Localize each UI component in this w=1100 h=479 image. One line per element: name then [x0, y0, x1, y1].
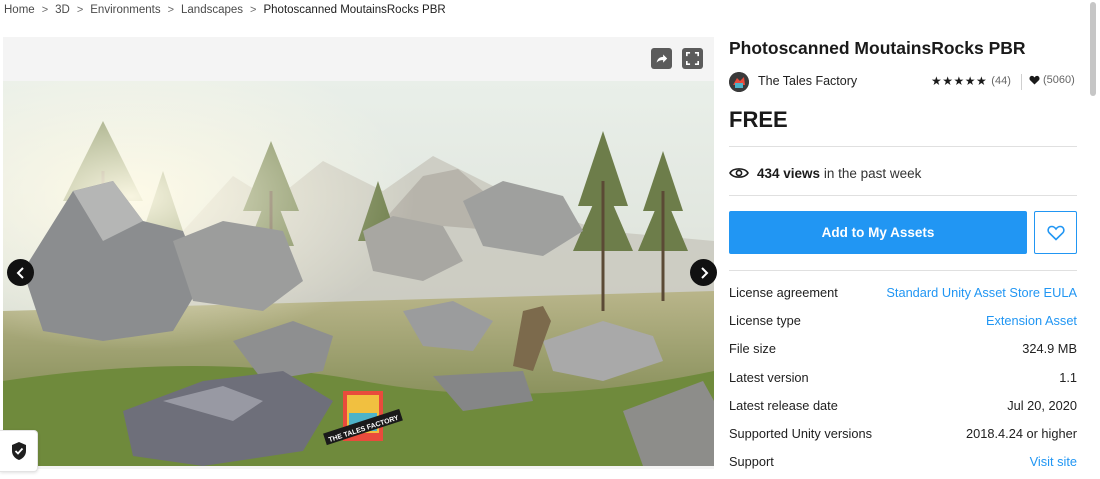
breadcrumb-separator: >: [250, 4, 257, 16]
views-count: 434 views: [757, 165, 821, 181]
breadcrumb-current: Photoscanned MoutainsRocks PBR: [263, 4, 446, 16]
publisher-avatar[interactable]: [729, 72, 749, 92]
add-to-favorites-button[interactable]: [1034, 211, 1077, 254]
rating-stars: ★★★★★: [931, 74, 988, 88]
detail-label: License agreement: [729, 284, 838, 300]
file-size-value: 324.9 MB: [1022, 341, 1077, 357]
heart-outline-icon: [1046, 225, 1065, 241]
license-agreement-link[interactable]: Standard Unity Asset Store EULA: [886, 285, 1077, 300]
privacy-shield-button[interactable]: [0, 430, 38, 472]
detail-row-latest-version: Latest version 1.1: [729, 363, 1077, 391]
license-type-link[interactable]: Extension Asset: [986, 313, 1077, 328]
favorites-count: (5060): [1029, 74, 1075, 86]
detail-label: File size: [729, 341, 776, 357]
fullscreen-button[interactable]: [682, 48, 703, 69]
product-gallery: THE TALES FACTORY: [3, 37, 717, 469]
detail-row-license-agreement: License agreement Standard Unity Asset S…: [729, 278, 1077, 306]
detail-label: Latest release date: [729, 397, 838, 413]
detail-row-file-size: File size 324.9 MB: [729, 335, 1077, 363]
chevron-left-icon: [16, 266, 24, 279]
rating[interactable]: ★★★★★ (44): [931, 74, 1011, 88]
publisher-row: The Tales Factory ★★★★★ (44) (5060): [729, 72, 1077, 92]
product-title: Photoscanned MoutainsRocks PBR: [729, 38, 1026, 58]
detail-row-supported-unity-versions: Supported Unity versions 2018.4.24 or hi…: [729, 419, 1077, 447]
detail-label: License type: [729, 312, 801, 328]
breadcrumb-3d[interactable]: 3D: [55, 4, 70, 16]
views-info: 434 views in the past week: [729, 163, 921, 183]
detail-row-license-type: License type Extension Asset: [729, 306, 1077, 334]
breadcrumb-landscapes[interactable]: Landscapes: [181, 4, 243, 16]
gallery-next-button[interactable]: [690, 259, 717, 286]
latest-release-date-value: Jul 20, 2020: [1007, 397, 1077, 413]
eye-icon: [729, 168, 749, 178]
breadcrumb-separator: >: [167, 4, 175, 16]
divider: [729, 195, 1077, 196]
rating-count: (44): [991, 75, 1011, 87]
supported-unity-versions-value: 2018.4.24 or higher: [966, 426, 1077, 442]
detail-label: Support: [729, 454, 774, 470]
detail-label: Latest version: [729, 369, 809, 385]
latest-version-value: 1.1: [1059, 369, 1077, 385]
divider: [729, 146, 1077, 147]
breadcrumb-separator: >: [41, 4, 49, 16]
support-link[interactable]: Visit site: [1030, 454, 1077, 469]
price: FREE: [729, 107, 788, 132]
fullscreen-icon: [686, 52, 699, 65]
detail-label: Supported Unity versions: [729, 426, 872, 442]
breadcrumb-home[interactable]: Home: [4, 4, 35, 16]
breadcrumb: Home > 3D > Environments > Landscapes > …: [4, 1, 446, 19]
landscape-screenshot: THE TALES FACTORY: [3, 81, 714, 466]
breadcrumb-separator: >: [76, 4, 84, 16]
share-icon: [656, 54, 668, 63]
heart-icon: [1029, 75, 1040, 85]
product-details: License agreement Standard Unity Asset S…: [729, 278, 1077, 476]
shield-check-icon: [11, 442, 26, 460]
favorites-count-text: (5060): [1043, 74, 1075, 86]
breadcrumb-environments[interactable]: Environments: [90, 4, 160, 16]
publisher-name-link[interactable]: The Tales Factory: [758, 74, 857, 88]
add-to-my-assets-button[interactable]: Add to My Assets: [729, 211, 1027, 254]
chevron-right-icon: [700, 266, 708, 279]
divider: [1021, 74, 1022, 90]
divider: [729, 270, 1077, 271]
scrollbar-thumb[interactable]: [1090, 2, 1096, 96]
gallery-main-image[interactable]: THE TALES FACTORY: [3, 81, 714, 466]
detail-row-support: Support Visit site: [729, 448, 1077, 476]
views-suffix: in the past week: [820, 165, 922, 181]
detail-row-latest-release-date: Latest release date Jul 20, 2020: [729, 391, 1077, 419]
gallery-prev-button[interactable]: [7, 259, 34, 286]
gallery-toolbar: [3, 37, 714, 81]
share-button[interactable]: [651, 48, 672, 69]
